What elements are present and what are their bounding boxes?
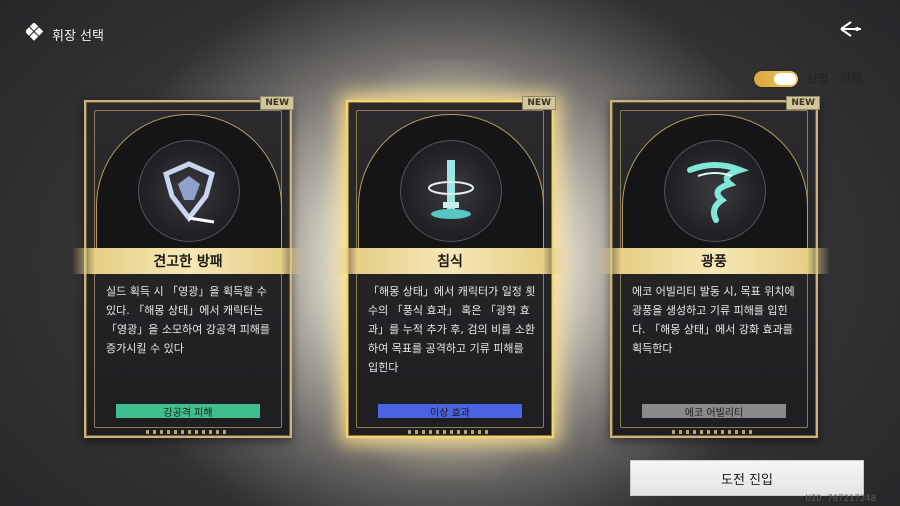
new-badge: NEW [260, 96, 294, 110]
toggle-knob [774, 72, 797, 85]
back-arrow-icon [839, 20, 863, 42]
card-description: 실드 획득 시 「영광」을 획득할 수 있다. 「해몽 상태」에서 캐릭터는 「… [106, 285, 271, 355]
card-description: 에코 어빌리티 발동 시, 목표 위치에 광풍을 생성하고 기류 피해를 입힌다… [632, 285, 795, 355]
whirlwind-emblem-icon [664, 140, 766, 242]
card-name: 광풍 [598, 248, 830, 274]
uid-label: UID 707217248 [805, 494, 876, 504]
card-name: 견고한 방패 [72, 248, 304, 274]
back-button[interactable] [838, 20, 864, 42]
sword-emblem-icon [400, 140, 502, 242]
card-tag: 에코 어빌리티 [642, 404, 786, 419]
card-ornament [146, 430, 230, 434]
emblem-card-shield[interactable]: NEW 견고한 방패 실드 획득 시 「영광」을 획득할 수 있다. 「해몽 상… [72, 96, 304, 438]
emblem-card-gale[interactable]: NEW 광풍 에코 어빌리티 발동 시, 목표 위치에 광풍을 생성하고 기류 … [598, 96, 830, 438]
shield-emblem-icon [138, 140, 240, 242]
page-header: 휘장 선택 [24, 22, 104, 45]
diamond-menu-icon [24, 22, 44, 45]
start-challenge-button[interactable]: 도전 진입 [630, 460, 864, 496]
card-ornament [672, 430, 756, 434]
card-name: 침식 [334, 248, 566, 274]
card-tag: 강공격 피해 [116, 404, 260, 419]
description-toggle[interactable]: 설명 · 간략 [754, 70, 862, 87]
page-title: 휘장 선택 [52, 28, 104, 44]
card-tag: 이상 효과 [378, 404, 522, 419]
card-description: 「해몽 상태」에서 캐릭터가 일정 횟수의 「풍식 효과」 혹은 「광학 효과」… [368, 285, 536, 374]
new-badge: NEW [522, 96, 556, 110]
toggle-label: 설명 · 간략 [806, 72, 862, 86]
new-badge: NEW [786, 96, 820, 110]
toggle-switch[interactable] [754, 70, 799, 87]
emblem-card-erosion[interactable]: NEW 침식 「해몽 상태」에서 캐릭터가 일정 횟수의 「풍식 효과」 혹은 … [334, 96, 566, 438]
card-ornament [408, 430, 492, 434]
